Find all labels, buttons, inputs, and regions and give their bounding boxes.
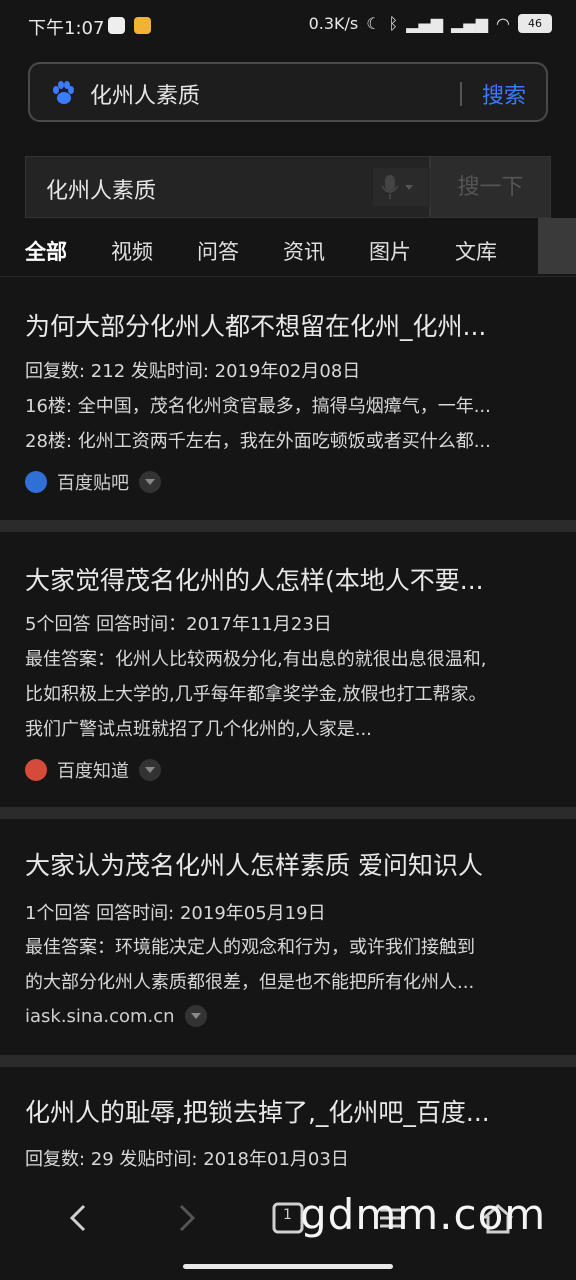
back-icon[interactable] [60, 1198, 100, 1238]
section-gap [0, 1055, 576, 1067]
search-input-value[interactable]: 化州人素质 [46, 173, 156, 205]
tab-news[interactable]: 资讯 [283, 236, 325, 266]
app-icon [134, 17, 151, 34]
top-search-bar[interactable]: 化州人素质 搜索 [28, 62, 548, 122]
result-snippet: 比如积极上大学的,几乎每年都拿奖学金,放假也打工帮家。 [25, 684, 487, 705]
result-snippet: 最佳答案：环境能决定人的观念和行为，或许我们接触到 [25, 937, 475, 958]
bluetooth-icon: ᛒ [388, 14, 399, 33]
dropdown-icon[interactable] [184, 1005, 207, 1027]
wifi-icon: ◠ [496, 14, 510, 33]
tabs-divider [0, 276, 576, 277]
result-source: iask.sina.com.cn [25, 1005, 207, 1027]
dropdown-icon[interactable] [139, 759, 161, 781]
zhidao-logo-icon [25, 759, 47, 781]
result-meta: 1个回答 回答时间: 2019年05月19日 [25, 903, 326, 924]
tab-scroll-fade [538, 218, 576, 274]
tab-count: 1 [283, 1207, 292, 1223]
page-search-box: 化州人素质 搜一下 [25, 156, 551, 218]
result-meta: 5个回答 回答时间：2017年11月23日 [25, 614, 332, 635]
signal-icon-2: ▂▄▆ [451, 14, 489, 33]
status-time: 下午1:07 [28, 18, 105, 39]
watermark-text: gdmm.com [300, 1190, 547, 1239]
divider [460, 82, 462, 106]
moon-icon: ☾ [366, 14, 381, 33]
category-tabs: 全部 视频 问答 资讯 图片 文库 小视 [0, 230, 576, 278]
result-snippet: 我们广警试点班就招了几个化州的,人家是... [25, 719, 372, 740]
tab-qa[interactable]: 问答 [197, 236, 239, 266]
signal-icon: ▂▄▆ [406, 14, 444, 33]
search-input[interactable]: 化州人素质 [25, 156, 430, 218]
baidu-paw-icon [53, 81, 74, 104]
tab-video[interactable]: 视频 [111, 236, 153, 266]
result-title[interactable]: 大家觉得茂名化州的人怎样(本地人不要... [25, 561, 484, 597]
tab-wenku[interactable]: 文库 [455, 236, 497, 266]
result-title[interactable]: 化州人的耻辱,把锁去掉了,_化州吧_百度... [25, 1093, 490, 1129]
result-title[interactable]: 大家认为茂名化州人怎样素质 爱问知识人 [25, 846, 483, 882]
tab-images[interactable]: 图片 [369, 236, 411, 266]
battery-icon: 46 [518, 14, 552, 33]
microphone-icon [381, 175, 413, 199]
result-card[interactable]: 化州人的耻辱,把锁去掉了,_化州吧_百度... 回复数: 29 发贴时间: 20… [0, 1067, 576, 1180]
result-snippet: 28楼: 化州工资两千左右，我在外面吃顿饭或者买什么都... [25, 431, 491, 452]
result-source-name: iask.sina.com.cn [25, 1005, 175, 1027]
result-title[interactable]: 为何大部分化州人都不想留在化州_化州... [25, 307, 486, 343]
dropdown-icon[interactable] [139, 471, 161, 493]
result-snippet: 最佳答案：化州人比较两极分化,有出息的就很出息很温和, [25, 649, 487, 670]
top-search-button[interactable]: 搜索 [482, 78, 526, 110]
tab-all[interactable]: 全部 [25, 236, 67, 266]
result-card[interactable]: 为何大部分化州人都不想留在化州_化州... 回复数: 212 发贴时间: 201… [0, 280, 576, 520]
result-card[interactable]: 大家觉得茂名化州的人怎样(本地人不要... 5个回答 回答时间：2017年11月… [0, 532, 576, 807]
result-source: 百度知道 [25, 757, 161, 783]
status-right: 0.3K/s ☾ ᛒ ▂▄▆ ▂▄▆ ◠ 46 [309, 14, 552, 33]
voice-button[interactable] [373, 168, 431, 206]
top-search-query[interactable]: 化州人素质 [90, 78, 200, 110]
result-source-name: 百度贴吧 [57, 473, 129, 494]
result-snippet: 16楼: 全中国，茂名化州贪官最多，搞得乌烟瘴气，一年... [25, 396, 491, 417]
search-submit-button[interactable]: 搜一下 [430, 156, 551, 218]
qq-icon [108, 17, 125, 34]
tieba-logo-icon [25, 471, 47, 493]
forward-icon[interactable] [165, 1198, 205, 1238]
home-indicator[interactable] [183, 1264, 393, 1269]
result-source-name: 百度知道 [57, 761, 129, 782]
result-snippet: 的大部分化州人素质都很差，但是也不能把所有化州人... [25, 972, 475, 993]
result-meta: 回复数: 29 发贴时间: 2018年01月03日 [25, 1149, 349, 1170]
network-speed: 0.3K/s [308, 14, 359, 33]
status-bar: 下午1:07 0.3K/s ☾ ᛒ ▂▄▆ ▂▄▆ ◠ 46 [0, 0, 576, 52]
section-gap [0, 807, 576, 819]
result-meta: 回复数: 212 发贴时间: 2019年02月08日 [25, 361, 361, 382]
result-source: 百度贴吧 [25, 469, 161, 495]
section-gap [0, 520, 576, 532]
result-card[interactable]: 大家认为茂名化州人怎样素质 爱问知识人 1个回答 回答时间: 2019年05月1… [0, 819, 576, 1055]
